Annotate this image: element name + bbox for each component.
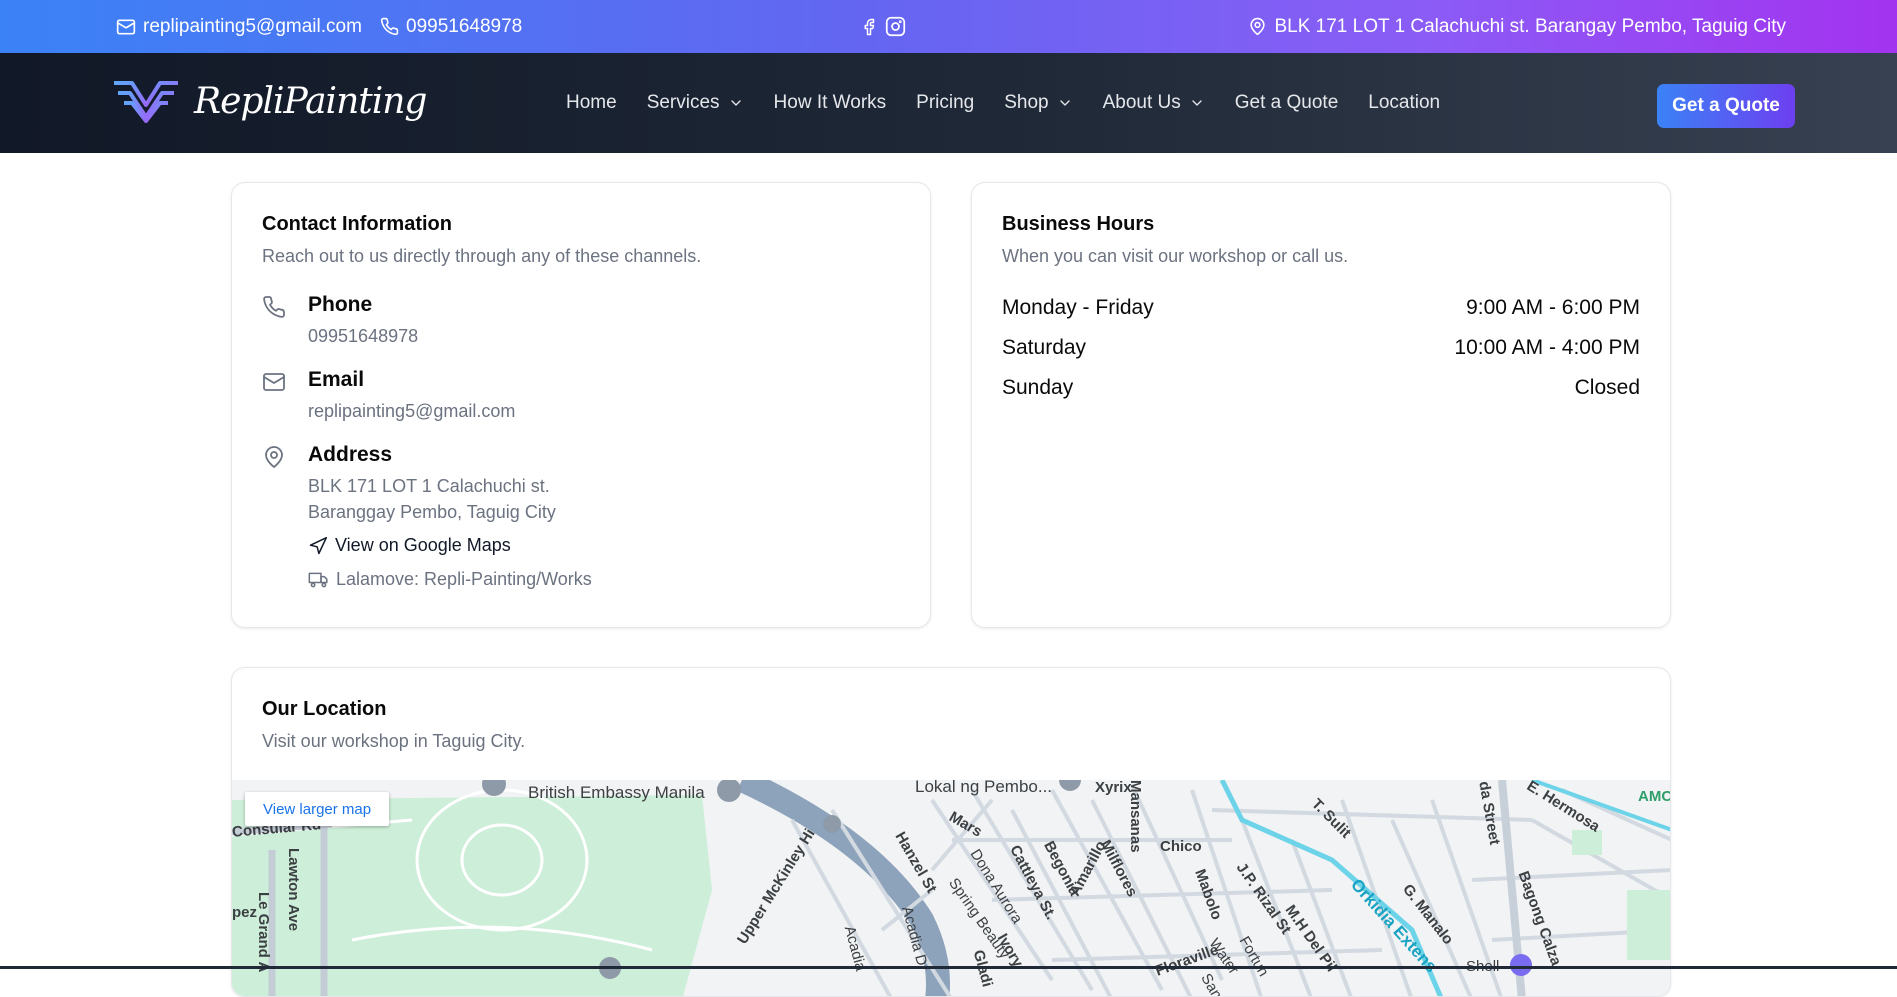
phone-icon	[263, 296, 285, 318]
nav-pricing-label: Pricing	[916, 92, 975, 113]
contact-card-title: Contact Information	[262, 213, 452, 235]
main-navbar: RepliPainting Home Services How It Works…	[0, 53, 1897, 153]
hours-time: 10:00 AM - 4:00 PM	[1454, 336, 1640, 359]
nav-how-it-works[interactable]: How It Works	[774, 92, 887, 114]
nav-get-a-quote[interactable]: Get a Quote	[1235, 92, 1339, 114]
map-label: Mansanas	[1127, 780, 1144, 853]
hours-time: Closed	[1574, 376, 1640, 399]
nav-how-it-works-label: How It Works	[773, 92, 887, 113]
embedded-map[interactable]: British Embassy Manila Lokal ng Pembo...…	[232, 780, 1671, 996]
contact-email: Email replipainting5@gmail.com	[262, 368, 515, 424]
map-label: Chico	[1160, 838, 1202, 855]
map-pin-icon	[265, 446, 283, 468]
mail-icon	[116, 19, 136, 34]
lalamove-label: Lalamove: Repli-Painting/Works	[336, 569, 592, 589]
contact-information-card: Contact Information Reach out to us dire…	[231, 182, 931, 628]
hours-day: Monday - Friday	[1002, 296, 1154, 319]
map-label: Le Grand A	[255, 892, 272, 973]
map-label: Lokal ng Pembo...	[915, 780, 1053, 796]
instagram-icon[interactable]	[885, 16, 906, 37]
hours-time: 9:00 AM - 6:00 PM	[1466, 296, 1640, 319]
nav-services[interactable]: Services	[647, 92, 744, 114]
hours-day: Saturday	[1002, 336, 1087, 359]
chevron-down-icon	[1192, 100, 1202, 106]
phone-value[interactable]: 09951648978	[308, 323, 418, 349]
nav-home[interactable]: Home	[566, 92, 617, 114]
nav-links: Home Services How It Works Pricing Shop …	[566, 53, 1440, 153]
map-label: AMC	[1638, 788, 1671, 805]
address-label: Address	[308, 443, 393, 466]
nav-about-us[interactable]: About Us	[1103, 92, 1205, 114]
navigation-arrow-icon	[309, 536, 328, 554]
social-links	[860, 0, 906, 53]
contact-address: Address BLK 171 LOT 1 Calachuchi st. Bar…	[262, 443, 592, 590]
view-on-google-maps-link[interactable]: View on Google Maps	[308, 535, 592, 556]
brand-logo[interactable]: RepliPainting	[112, 79, 427, 123]
contact-card-subtitle: Reach out to us directly through any of …	[262, 246, 702, 266]
address-line-2: Baranggay Pembo, Taguig City	[308, 502, 556, 522]
phone-label: Phone	[308, 293, 373, 316]
nav-shop-label: Shop	[1004, 92, 1049, 113]
nav-home-label: Home	[566, 92, 617, 113]
nav-about-us-label: About Us	[1102, 92, 1181, 113]
business-hours-card: Business Hours When you can visit our wo…	[971, 182, 1671, 628]
address-line-1: BLK 171 LOT 1 Calachuchi st.	[308, 476, 550, 496]
map-label: British Embassy Manila	[528, 783, 705, 802]
hours-day: Sunday	[1002, 376, 1074, 399]
map-label: Lawton Ave	[285, 848, 302, 932]
topbar-email-text[interactable]: replipainting5@gmail.com	[143, 16, 362, 38]
lalamove-link[interactable]: Lalamove: Repli-Painting/Works	[308, 569, 592, 590]
chevron-down-icon	[1059, 100, 1070, 106]
top-contact-bar: replipainting5@gmail.com 09951648978 BLK…	[0, 0, 1897, 53]
truck-icon	[308, 572, 328, 587]
logo-mark-icon	[114, 81, 178, 123]
brand-wordmark: RepliPainting	[194, 80, 427, 122]
hours-card-subtitle: When you can visit our workshop or call …	[1002, 246, 1349, 266]
nav-get-a-quote-label: Get a Quote	[1234, 92, 1339, 113]
hours-row: Monday - Friday 9:00 AM - 6:00 PM	[1002, 296, 1640, 320]
phone-icon	[380, 17, 399, 36]
nav-shop[interactable]: Shop	[1004, 92, 1072, 114]
map-pin-icon	[1250, 17, 1266, 36]
topbar-address: BLK 171 LOT 1 Calachuchi st. Barangay Pe…	[1248, 0, 1786, 53]
contact-phone: Phone 09951648978	[262, 293, 418, 349]
mail-icon	[263, 373, 285, 391]
topbar-phone-text[interactable]: 09951648978	[406, 16, 522, 38]
location-card-subtitle: Visit our workshop in Taguig City.	[262, 731, 526, 751]
hours-row: Sunday Closed	[1002, 376, 1640, 400]
nav-location-label: Location	[1368, 92, 1441, 113]
email-label: Email	[308, 368, 365, 391]
our-location-card: Our Location Visit our workshop in Tagui…	[231, 667, 1671, 997]
hours-row: Saturday 10:00 AM - 4:00 PM	[1002, 336, 1640, 360]
email-value[interactable]: replipainting5@gmail.com	[308, 398, 515, 424]
nav-services-label: Services	[646, 92, 720, 113]
topbar-address-text: BLK 171 LOT 1 Calachuchi st. Barangay Pe…	[1274, 15, 1786, 37]
topbar-email[interactable]: replipainting5@gmail.com	[116, 0, 362, 53]
view-larger-map-button[interactable]: View larger map	[245, 792, 390, 826]
location-card-title: Our Location	[262, 698, 387, 720]
chevron-down-icon	[730, 100, 741, 106]
facebook-icon[interactable]	[860, 17, 878, 37]
maps-link-label: View on Google Maps	[335, 535, 511, 555]
nav-pricing[interactable]: Pricing	[916, 92, 974, 114]
hours-card-title: Business Hours	[1002, 213, 1155, 235]
topbar-phone[interactable]: 09951648978	[380, 0, 522, 53]
map-label: pez	[232, 904, 258, 921]
get-a-quote-button[interactable]: Get a Quote	[1657, 84, 1795, 128]
nav-location[interactable]: Location	[1368, 92, 1440, 114]
